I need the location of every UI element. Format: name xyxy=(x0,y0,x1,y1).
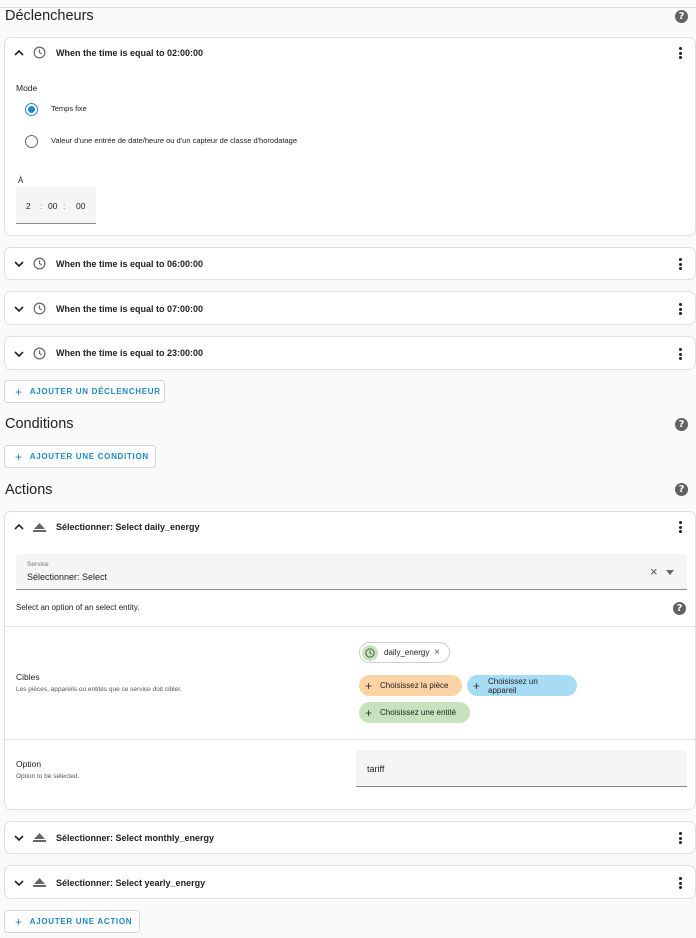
choose-device-chip[interactable]: + Choisissez un appareil xyxy=(467,675,577,696)
add-action-label: AJOUTER UNE ACTION xyxy=(29,917,133,926)
trigger-title[interactable]: When the time is equal to 07:00:00 xyxy=(56,304,203,314)
service-value: Sélectionner: Select xyxy=(27,572,108,582)
at-label: À xyxy=(18,176,24,185)
choose-device-label: Choisissez un appareil xyxy=(488,676,538,695)
trigger-card-4[interactable]: When the time is equal to 23:00:00 xyxy=(4,336,696,370)
clear-icon[interactable]: × xyxy=(650,564,658,579)
target-entity-chip[interactable]: daily_energy × xyxy=(359,642,450,663)
time-sep: : xyxy=(63,201,66,211)
divider xyxy=(5,739,695,740)
trigger-card-2[interactable]: When the time is equal to 06:00:00 xyxy=(4,247,696,280)
action-title[interactable]: Sélectionner: Select yearly_energy xyxy=(56,878,205,888)
overflow-menu-icon[interactable] xyxy=(679,47,683,59)
clock-icon xyxy=(33,46,46,59)
add-trigger-label: AJOUTER UN DÉCLENCHEUR xyxy=(29,387,161,396)
clock-icon xyxy=(33,347,46,360)
overflow-menu-icon[interactable] xyxy=(679,877,683,889)
service-help-icon[interactable]: ? xyxy=(673,602,686,615)
action-title[interactable]: Sélectionner: Select monthly_energy xyxy=(56,833,214,843)
play-service-icon xyxy=(33,833,46,842)
add-trigger-button[interactable]: + AJOUTER UN DÉCLENCHEUR xyxy=(4,380,165,403)
conditions-help-icon[interactable]: ? xyxy=(675,418,688,431)
radio-entity-value[interactable] xyxy=(25,135,38,148)
radio-entity-value-label[interactable]: Valeur d'une entrée de date/heure ou d'u… xyxy=(51,136,297,145)
radio-fixed-time[interactable] xyxy=(25,103,38,116)
time-hours[interactable]: 2 xyxy=(26,201,31,211)
actions-title: Actions xyxy=(5,482,53,498)
time-sep: : xyxy=(40,201,43,211)
overflow-menu-icon[interactable] xyxy=(679,258,683,270)
play-service-icon xyxy=(33,878,46,887)
action-card-3[interactable]: Sélectionner: Select yearly_energy xyxy=(4,865,696,899)
service-select[interactable]: Service Sélectionner: Select × xyxy=(16,554,687,590)
overflow-menu-icon[interactable] xyxy=(679,832,683,844)
time-seconds[interactable]: 00 xyxy=(76,201,85,211)
service-description: Select an option of an select entity. xyxy=(16,603,140,612)
choose-area-label: Choisissez la pièce xyxy=(380,681,449,690)
choose-area-chip[interactable]: + Choisissez la pièce xyxy=(359,675,462,696)
trigger-title[interactable]: When the time is equal to 23:00:00 xyxy=(56,348,203,358)
option-description: Option to be selected. xyxy=(16,773,80,780)
plus-icon: + xyxy=(15,914,23,929)
clock-icon xyxy=(33,257,46,270)
triggers-help-icon[interactable]: ? xyxy=(675,10,688,23)
overflow-menu-icon[interactable] xyxy=(679,348,683,360)
trigger-card-1: When the time is equal to 02:00:00 Mode … xyxy=(4,37,696,236)
top-divider xyxy=(0,7,696,8)
plus-icon: + xyxy=(15,384,23,399)
action-card-2[interactable]: Sélectionner: Select monthly_energy xyxy=(4,821,696,854)
clock-icon xyxy=(362,644,378,661)
chevron-down-icon[interactable] xyxy=(14,304,24,314)
chevron-down-icon[interactable] xyxy=(14,349,24,359)
plus-icon: + xyxy=(15,449,23,464)
play-service-icon xyxy=(33,523,46,532)
mode-label: Mode xyxy=(16,83,38,93)
actions-help-icon[interactable]: ? xyxy=(675,483,688,496)
option-value[interactable]: tariff xyxy=(367,764,384,774)
chevron-up-icon[interactable] xyxy=(14,48,24,58)
option-input[interactable]: tariff xyxy=(356,750,687,787)
triggers-title: Déclencheurs xyxy=(5,8,94,24)
choose-entity-chip[interactable]: + Choisissez une entité xyxy=(359,702,470,723)
plus-icon: + xyxy=(365,705,373,720)
targets-label: Cibles xyxy=(16,672,40,682)
radio-fixed-time-label[interactable]: Temps fixe xyxy=(51,104,87,113)
trigger-card-3[interactable]: When the time is equal to 07:00:00 xyxy=(4,291,696,325)
action-card-1: Sélectionner: Select daily_energy Servic… xyxy=(4,511,696,810)
dropdown-arrow-icon[interactable] xyxy=(666,570,674,575)
chevron-down-icon[interactable] xyxy=(14,878,24,888)
overflow-menu-icon[interactable] xyxy=(679,521,683,533)
trigger-title[interactable]: When the time is equal to 06:00:00 xyxy=(56,259,203,269)
remove-chip-icon[interactable]: × xyxy=(434,647,440,658)
chevron-down-icon[interactable] xyxy=(14,833,24,843)
add-condition-label: AJOUTER UNE CONDITION xyxy=(29,452,149,461)
overflow-menu-icon[interactable] xyxy=(679,303,683,315)
target-entity-name: daily_energy xyxy=(384,648,430,657)
action-title[interactable]: Sélectionner: Select daily_energy xyxy=(56,522,200,532)
trigger-title[interactable]: When the time is equal to 02:00:00 xyxy=(56,48,203,58)
targets-description: Les pièces, appareils ou entités que ce … xyxy=(16,686,182,693)
add-condition-button[interactable]: + AJOUTER UNE CONDITION xyxy=(4,445,156,468)
option-label: Option xyxy=(16,759,42,769)
conditions-title: Conditions xyxy=(5,416,74,432)
add-action-button[interactable]: + AJOUTER UNE ACTION xyxy=(4,910,140,933)
chevron-down-icon[interactable] xyxy=(14,259,24,269)
time-minutes[interactable]: 00 xyxy=(48,201,57,211)
service-label: Service xyxy=(27,561,49,568)
plus-icon: + xyxy=(473,678,481,693)
time-input[interactable]: 2 : 00 : 00 xyxy=(16,187,96,224)
divider xyxy=(5,626,695,627)
plus-icon: + xyxy=(365,678,373,693)
clock-icon xyxy=(33,302,46,315)
chevron-up-icon[interactable] xyxy=(14,522,24,532)
choose-entity-label: Choisissez une entité xyxy=(380,708,457,717)
